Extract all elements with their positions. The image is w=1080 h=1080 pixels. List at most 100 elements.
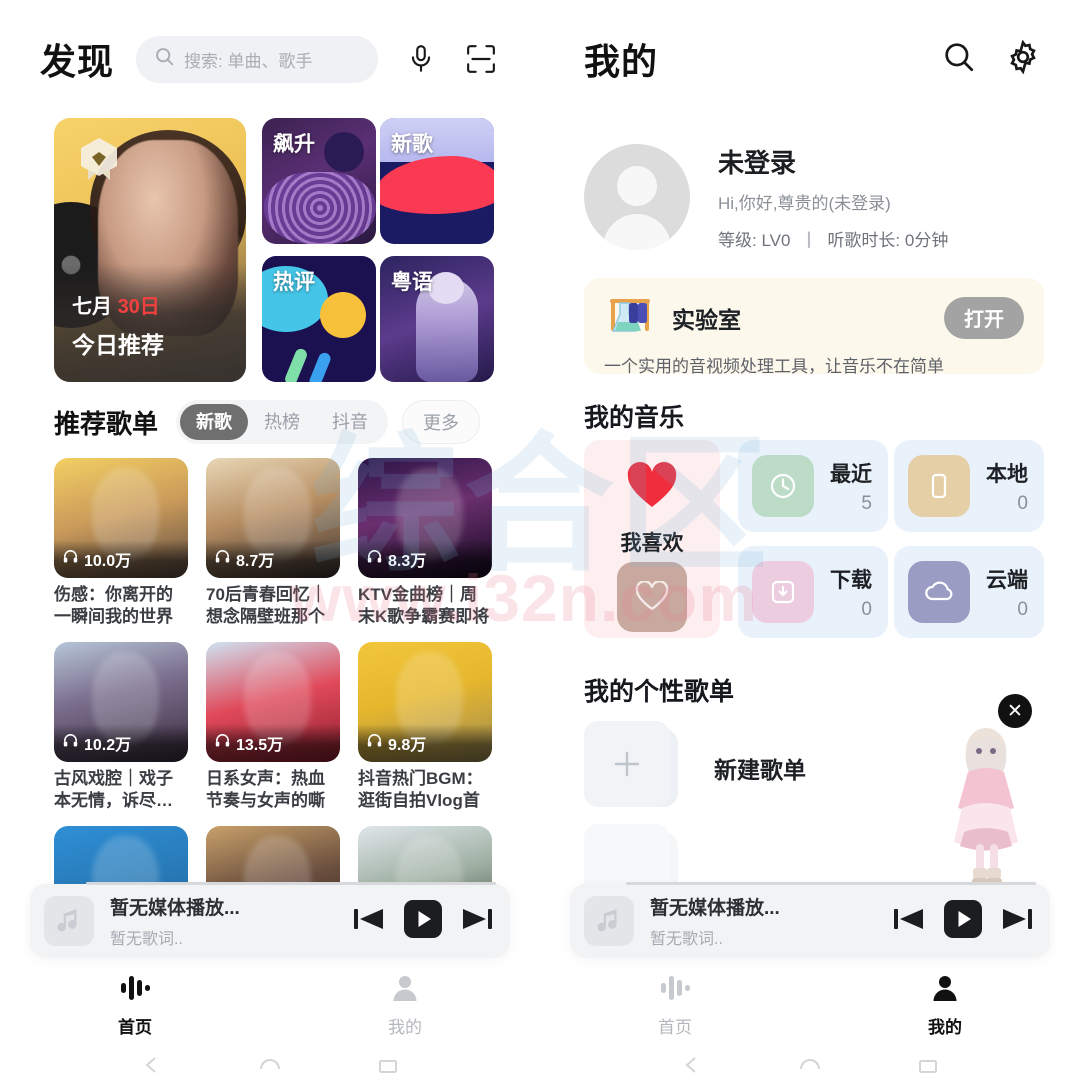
nav-item-home[interactable]: 首页: [540, 970, 810, 1042]
profile-greeting: Hi,你好,尊贵的(未登录): [718, 194, 891, 213]
recent-card[interactable]: 最近 5: [738, 440, 888, 532]
lab-title: 实验室: [672, 306, 741, 333]
default-avatar-icon[interactable]: [584, 144, 690, 250]
my-favorites-card[interactable]: 我喜欢 0: [584, 440, 720, 638]
nav-item-profile[interactable]: 我的: [810, 970, 1080, 1042]
my-playlists-section-title: 我的个性歌单: [584, 678, 735, 706]
turntable-decoration: [264, 172, 376, 244]
previous-icon[interactable]: [894, 904, 926, 939]
nav-item-home[interactable]: 首页: [0, 970, 270, 1042]
phone-icon: [908, 455, 970, 517]
page-title: 发现: [40, 41, 115, 82]
play-count-overlay: 8.7万: [206, 540, 340, 578]
plus-icon: [584, 721, 670, 807]
more-button[interactable]: 更多: [402, 400, 481, 444]
mini-player[interactable]: 暂无媒体播放... 暂无歌词..: [570, 882, 1050, 958]
search-icon[interactable]: [942, 40, 976, 79]
create-playlist-label: 新建歌单: [714, 757, 806, 783]
discover-header: 发现 搜索: 单曲、歌手: [0, 28, 540, 90]
next-icon[interactable]: [460, 904, 492, 939]
banner-card-newsongs[interactable]: 新歌: [380, 118, 494, 244]
player-lyric: 暂无歌词..: [110, 931, 183, 948]
playlist-thumbnail: 8.7万: [206, 458, 340, 578]
tab-hotlist[interactable]: 热榜: [248, 404, 316, 440]
favorites-label: 我喜欢: [620, 532, 684, 555]
header-actions: [942, 39, 1040, 79]
profile-stats: 等级: LV0 丨 听歌时长: 0分钟: [718, 226, 948, 251]
banner-card-soaring[interactable]: 飙升: [262, 118, 376, 244]
next-icon[interactable]: [1000, 904, 1032, 939]
search-icon: [154, 46, 175, 72]
local-text: 本地 0: [986, 458, 1028, 515]
list-item[interactable]: 8.7万 70后青春回忆｜想念隔壁班那个: [206, 458, 340, 628]
recents-icon[interactable]: [917, 1056, 939, 1079]
nav-label: 首页: [658, 1018, 692, 1037]
play-count: 9.8万: [388, 737, 427, 755]
nav-label: 我的: [388, 1018, 422, 1037]
nav-item-profile[interactable]: 我的: [270, 970, 540, 1042]
play-count-overlay: 9.8万: [358, 724, 492, 763]
recent-count: 5: [861, 492, 872, 514]
tab-douyin[interactable]: 抖音: [316, 404, 384, 440]
gear-icon[interactable]: [1006, 39, 1040, 79]
download-card[interactable]: 下载 0: [738, 546, 888, 638]
playlist-thumbnail: 9.8万: [358, 642, 492, 763]
cloud-card[interactable]: 云端 0: [894, 546, 1044, 638]
play-count-overlay: 8.3万: [358, 540, 492, 578]
playback-progress[interactable]: [86, 882, 496, 885]
mini-player[interactable]: 暂无媒体播放... 暂无歌词..: [30, 882, 510, 958]
play-icon[interactable]: [404, 899, 442, 943]
playlist-thumbnail: 10.2万: [54, 642, 188, 763]
previous-icon[interactable]: [354, 904, 386, 939]
close-icon[interactable]: ✕: [998, 694, 1032, 728]
banner-card-cantonese[interactable]: 粤语: [380, 256, 494, 382]
system-navigation-bar: [540, 1050, 1080, 1080]
banner-card-label: 新歌: [391, 133, 433, 156]
floating-character-image[interactable]: [938, 720, 1034, 890]
discover-screen: 发现 搜索: 单曲、歌手 七月 30日 今日推荐 飙升 新歌 热评 粤语 推荐歌…: [0, 0, 540, 1080]
list-item[interactable]: 8.3万 KTV金曲榜｜周末K歌争霸赛即将: [358, 458, 492, 628]
banner-card-hotcomment[interactable]: 热评: [262, 256, 376, 382]
home-icon[interactable]: [259, 1056, 281, 1079]
player-title: 暂无媒体播放...: [650, 898, 780, 919]
microphone-icon[interactable]: [404, 42, 438, 76]
home-icon[interactable]: [799, 1056, 821, 1079]
list-item[interactable]: 10.0万 伤感：你离开的一瞬间我的世界: [54, 458, 188, 628]
local-card[interactable]: 本地 0: [894, 440, 1044, 532]
card-wave: [380, 156, 494, 214]
play-count: 10.2万: [84, 737, 132, 755]
list-item[interactable]: 13.5万 日系女声：热血节奏与女声的嘶: [206, 642, 340, 812]
heart-outline-icon: [617, 562, 687, 632]
lab-open-button[interactable]: 打开: [944, 296, 1024, 339]
tab-newsongs[interactable]: 新歌: [180, 404, 249, 440]
playlist-thumbnail: 10.0万: [54, 458, 188, 578]
daily-card-text: 七月 30日 今日推荐: [72, 295, 164, 360]
headphone-icon: [366, 732, 383, 754]
equalizer-icon: [659, 974, 691, 1007]
player-controls: [354, 899, 492, 943]
recents-icon[interactable]: [377, 1056, 399, 1079]
heart-filled-icon: [626, 462, 678, 515]
profile-card[interactable]: 未登录 Hi,你好,尊贵的(未登录) 等级: LV0 丨 听歌时长: 0分钟: [584, 142, 1044, 252]
scan-icon[interactable]: [464, 42, 498, 76]
playlist-thumbnail: 8.3万: [358, 458, 492, 578]
section-title: 推荐歌单: [54, 408, 159, 439]
download-text: 下载 0: [830, 564, 872, 621]
playlist-title: 日系女声：热血节奏与女声的嘶: [206, 769, 325, 811]
back-icon[interactable]: [681, 1056, 703, 1079]
list-item[interactable]: 9.8万 抖音热门BGM：逛街自拍Vlog首: [358, 642, 492, 812]
play-icon[interactable]: [944, 899, 982, 943]
playlist-thumbnail: 13.5万: [206, 642, 340, 763]
back-icon[interactable]: [141, 1056, 163, 1079]
download-count: 0: [861, 598, 872, 620]
nav-label: 我的: [928, 1018, 962, 1037]
clock-icon: [752, 455, 814, 517]
daily-recommend-card[interactable]: 七月 30日 今日推荐: [54, 118, 246, 382]
list-item[interactable]: 10.2万 古风戏腔｜戏子本无情，诉尽人生: [54, 642, 188, 812]
bottom-navigation: 首页 我的: [0, 970, 540, 1042]
my-playlists-list: ✕ 新建歌单: [584, 694, 1044, 910]
lab-card[interactable]: 实验室 打开 一个实用的音视频处理工具，让音乐不在简单: [584, 278, 1044, 376]
search-input[interactable]: 搜索: 单曲、歌手: [136, 35, 379, 83]
playback-progress[interactable]: [626, 882, 1036, 885]
play-count: 8.7万: [236, 553, 275, 570]
